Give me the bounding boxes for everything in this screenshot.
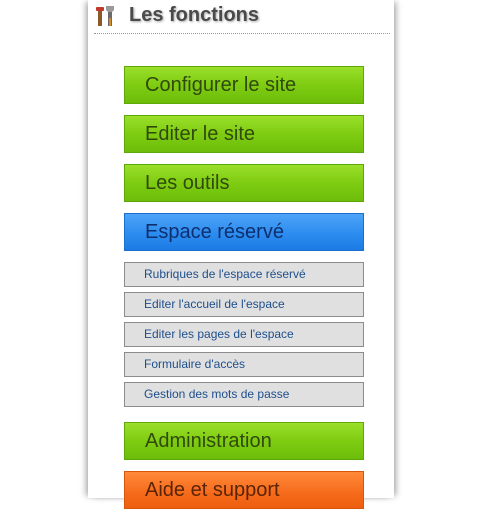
submenu-item-edit-pages[interactable]: Editer les pages de l'espace (124, 322, 364, 347)
reserved-space-button[interactable]: Espace réservé (124, 213, 364, 251)
submenu-item-edit-home[interactable]: Editer l'accueil de l'espace (124, 292, 364, 317)
help-support-button[interactable]: Aide et support (124, 471, 364, 509)
submenu-item-passwords[interactable]: Gestion des mots de passe (124, 382, 364, 407)
submenu-item-rubriques[interactable]: Rubriques de l'espace réservé (124, 262, 364, 287)
tools-icon (96, 6, 114, 26)
functions-panel: Les fonctions Configurer le site Editer … (88, 0, 394, 509)
panel-header: Les fonctions (94, 0, 390, 34)
edit-site-button[interactable]: Editer le site (124, 115, 364, 153)
panel-title: Les fonctions (129, 4, 260, 26)
administration-button[interactable]: Administration (124, 422, 364, 460)
tools-button[interactable]: Les outils (124, 164, 364, 202)
submenu-item-access-form[interactable]: Formulaire d'accès (124, 352, 364, 377)
configure-site-button[interactable]: Configurer le site (124, 66, 364, 104)
